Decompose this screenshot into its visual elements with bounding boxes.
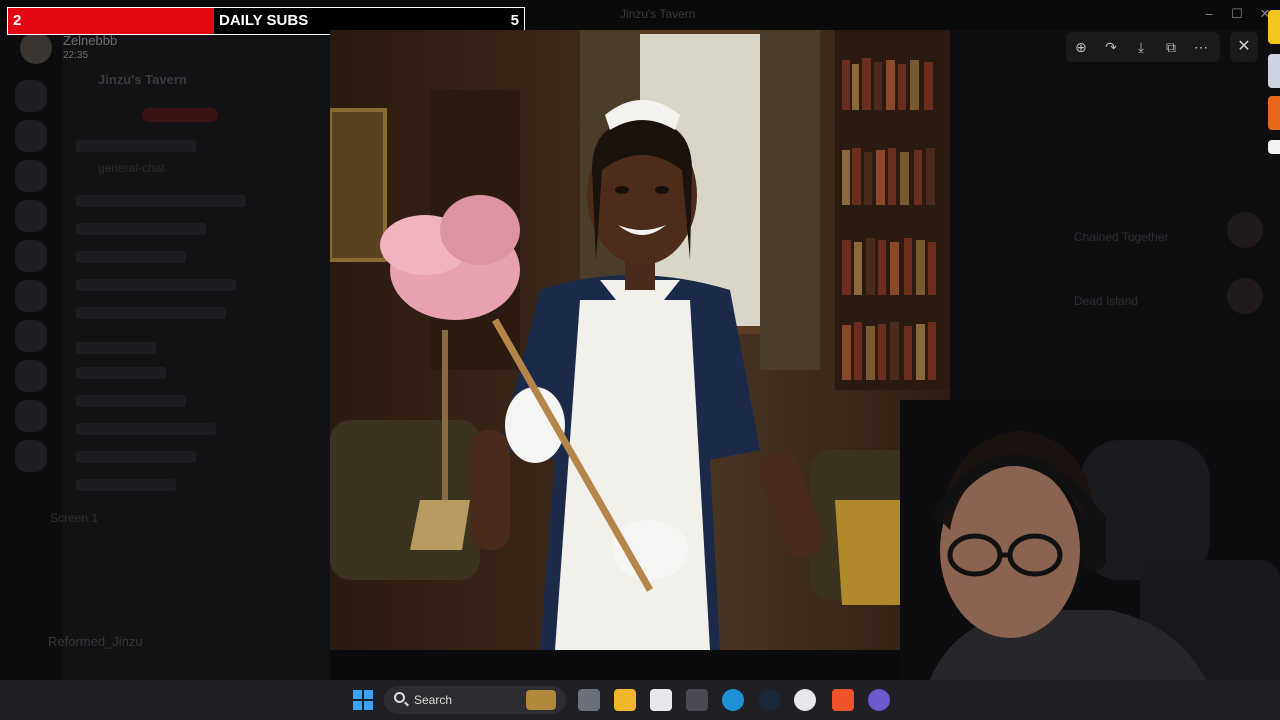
image-illustration	[330, 30, 950, 650]
forward-icon[interactable]: ↷	[1102, 38, 1120, 56]
search-label: Search	[414, 693, 453, 707]
window-title: Jinzu's Tavern	[620, 7, 696, 21]
search-highlight-icon	[526, 690, 556, 710]
channel-item[interactable]	[76, 367, 166, 379]
channel-general[interactable]: general-chat	[98, 161, 165, 175]
viewer-toolbar: ⊕ ↷ ⤓ ⧉ ⋯	[1066, 32, 1220, 62]
maximize-button[interactable]: ☐	[1226, 4, 1248, 24]
feather-duster	[380, 195, 520, 320]
brave-icon[interactable]	[832, 689, 854, 711]
poster-timestamp: 22:35	[63, 50, 89, 61]
minimize-button[interactable]: –	[1198, 4, 1220, 24]
server-icon[interactable]	[15, 120, 47, 152]
screen-share-label: Screen 1	[50, 511, 99, 525]
activity-icon	[1227, 278, 1263, 314]
notification-badge[interactable]	[1268, 96, 1280, 130]
channel-item[interactable]	[76, 423, 216, 435]
taskbar-search[interactable]: Search	[384, 686, 566, 714]
notification-badge[interactable]	[1268, 54, 1280, 88]
channel-item[interactable]	[76, 307, 226, 319]
webcam-overlay	[900, 400, 1280, 720]
notification-badge[interactable]	[1268, 140, 1280, 154]
activity-item: Chained Together	[1074, 230, 1169, 244]
avatar	[20, 32, 52, 64]
server-icon[interactable]	[15, 160, 47, 192]
channel-category[interactable]	[76, 140, 196, 152]
search-icon	[394, 692, 405, 703]
taskbar	[0, 680, 1280, 720]
discord-icon[interactable]	[868, 689, 890, 711]
poster-username: Zelnebbb	[63, 33, 118, 48]
new-mentions-badge[interactable]	[142, 108, 218, 122]
server-icon[interactable]	[15, 240, 47, 272]
apron	[555, 300, 710, 650]
server-icon[interactable]	[15, 360, 47, 392]
channel-item[interactable]	[76, 395, 186, 407]
microsoft-store-icon[interactable]	[650, 689, 672, 711]
webcam-feed	[900, 400, 1280, 720]
steam-icon[interactable]	[758, 689, 780, 711]
channel-item[interactable]	[76, 279, 236, 291]
channel-item[interactable]	[76, 451, 196, 463]
server-icon[interactable]	[15, 80, 47, 112]
server-icon[interactable]	[15, 400, 47, 432]
edge-icon[interactable]	[722, 689, 744, 711]
channel-category[interactable]	[76, 342, 156, 354]
channel-item[interactable]	[76, 479, 176, 491]
server-name[interactable]: Jinzu's Tavern	[98, 72, 187, 87]
task-view-icon[interactable]	[578, 689, 600, 711]
obs-icon[interactable]	[794, 689, 816, 711]
activity-item: Dead Island	[1074, 294, 1139, 308]
subs-goal: 5	[510, 12, 519, 29]
server-icon[interactable]	[15, 440, 47, 472]
channel-item[interactable]	[76, 223, 206, 235]
file-explorer-icon[interactable]	[614, 689, 636, 711]
server-icon[interactable]	[15, 320, 47, 352]
current-user-name: Reformed_Jinzu	[48, 634, 143, 649]
download-icon[interactable]: ⤓	[1132, 38, 1150, 56]
image-viewer[interactable]	[330, 30, 950, 650]
subs-current: 2	[13, 12, 22, 29]
app-icon[interactable]	[686, 689, 708, 711]
zoom-in-icon[interactable]: ⊕	[1072, 38, 1090, 56]
headset-earcup	[1080, 510, 1106, 570]
subs-title: DAILY SUBS	[219, 12, 309, 29]
server-icon[interactable]	[15, 280, 47, 312]
server-list	[0, 30, 62, 680]
channel-item[interactable]	[76, 195, 246, 207]
viewer-close-button[interactable]: ✕	[1230, 32, 1258, 62]
more-icon[interactable]: ⋯	[1192, 38, 1210, 56]
open-external-icon[interactable]: ⧉	[1162, 38, 1180, 56]
subs-progress-fill	[8, 8, 215, 34]
server-icon[interactable]	[15, 200, 47, 232]
channel-list: Jinzu's Tavern general-chat	[62, 30, 330, 680]
channel-item[interactable]	[76, 251, 186, 263]
activity-icon	[1227, 212, 1263, 248]
windows-start-icon[interactable]	[352, 689, 374, 711]
notification-badge[interactable]	[1268, 10, 1280, 44]
